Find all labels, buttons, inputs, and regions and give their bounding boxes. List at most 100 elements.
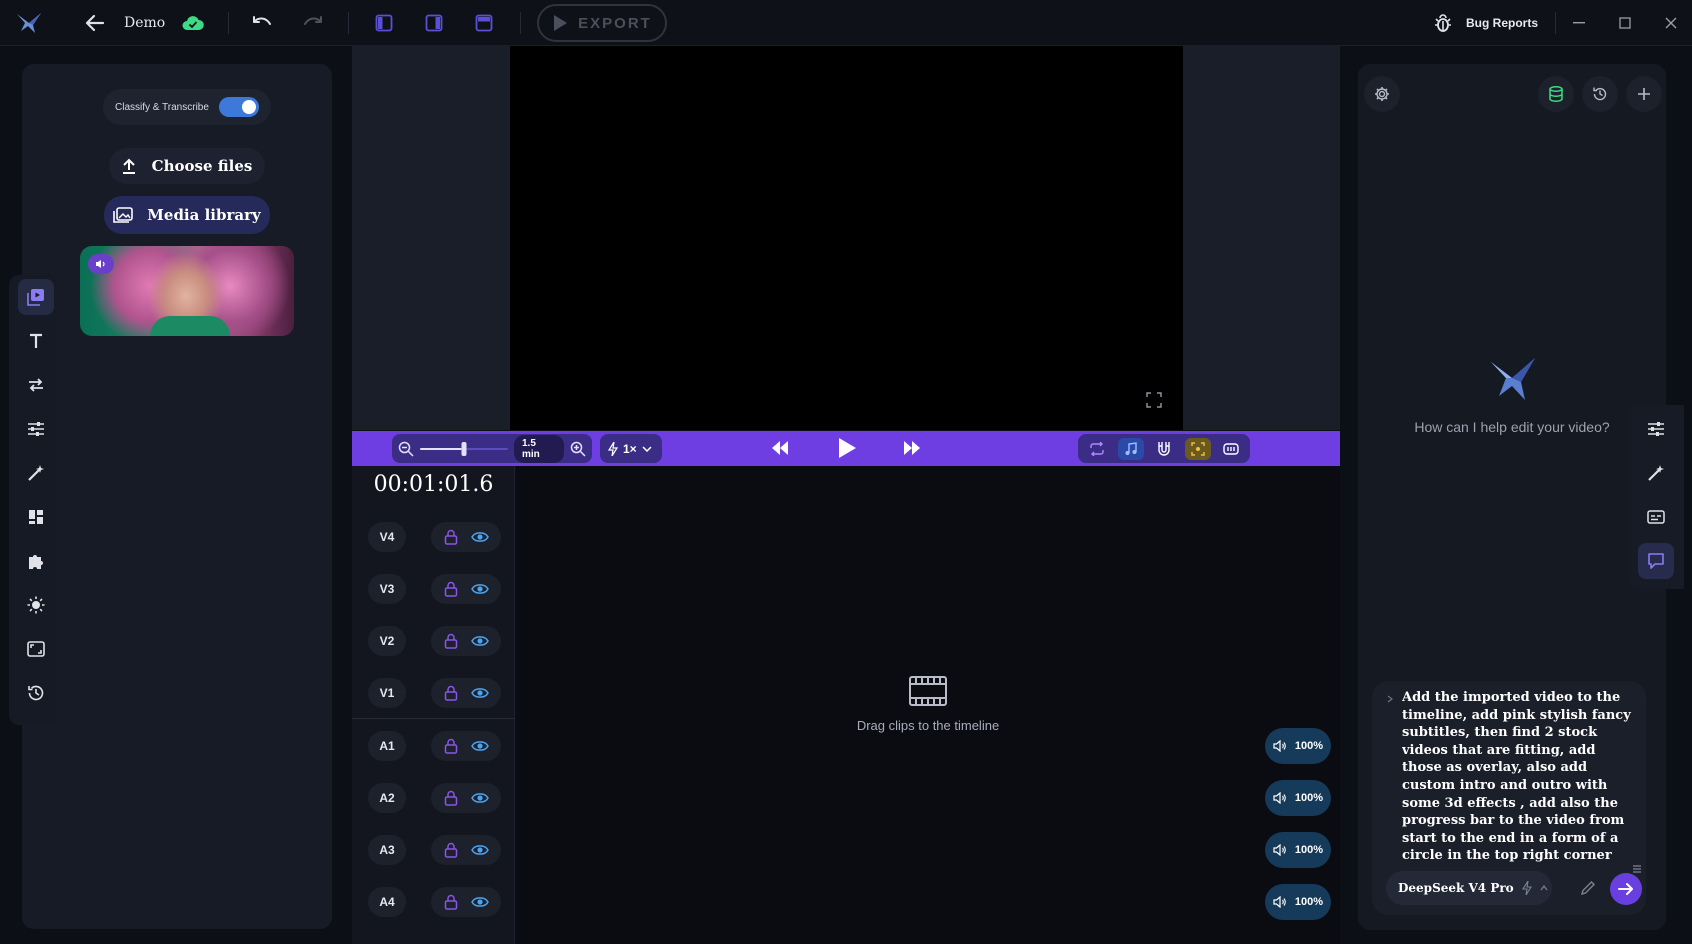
aspect-ratio-icon[interactable] [18,631,54,667]
lock-icon[interactable] [444,790,458,806]
captions-toggle-icon[interactable] [1218,438,1244,460]
lightning-icon [608,441,618,456]
bug-reports-button[interactable]: Bug Reports [1466,12,1538,34]
maximize-icon[interactable] [1614,12,1636,34]
media-clip-thumbnail[interactable] [80,246,294,336]
brightness-icon[interactable] [18,587,54,623]
lock-icon[interactable] [444,738,458,754]
media-library-label: Media library [147,206,261,224]
visibility-eye-icon[interactable] [470,531,489,543]
classify-transcribe-toggle[interactable]: Classify & Transcribe [103,89,271,125]
timeline-empty-hint: Drag clips to the timeline [516,676,1340,733]
track-label: V4 [368,522,406,552]
effects-wand-icon[interactable] [18,455,54,491]
templates-grid-icon[interactable] [18,499,54,535]
zoom-out-icon[interactable] [398,441,414,457]
ai-side-rail [1628,405,1684,589]
loop-icon[interactable] [1084,438,1110,460]
video-preview-canvas[interactable] [510,46,1183,430]
close-window-icon[interactable] [1660,12,1682,34]
adjust-icon[interactable] [18,411,54,447]
lock-icon[interactable] [444,529,458,545]
visibility-eye-icon[interactable] [470,740,489,752]
chat-input-box[interactable]: Add the imported video to the timeline, … [1372,681,1646,915]
redo-icon[interactable] [301,12,325,34]
speaker-icon [1273,740,1286,752]
audio-volume-button[interactable]: 100% [1265,832,1331,868]
fullscreen-icon[interactable] [1146,392,1164,410]
undo-icon[interactable] [250,12,274,34]
playback-speed-select[interactable]: 1× [600,434,662,463]
visibility-eye-icon[interactable] [470,896,489,908]
collapse-chevron-icon[interactable] [1386,695,1394,703]
empty-hint-text: Drag clips to the timeline [856,718,1000,733]
zoom-in-icon[interactable] [570,441,586,457]
volume-value: 100% [1294,844,1324,856]
minimize-icon[interactable] [1568,12,1590,34]
export-button[interactable]: EXPORT [537,4,667,42]
adjustments-icon[interactable] [1638,411,1674,447]
fast-forward-icon[interactable] [902,439,922,457]
zoom-slider[interactable] [420,441,508,457]
visibility-eye-icon[interactable] [470,583,489,595]
audio-volume-button[interactable]: 100% [1265,728,1331,764]
track-divider [352,718,515,719]
new-chat-plus-icon[interactable] [1626,76,1662,112]
play-button[interactable] [837,437,857,459]
transport-bar: 1.5 min 1× [352,431,1340,466]
magnet-snap-icon[interactable] [1151,438,1177,460]
visibility-eye-icon[interactable] [470,844,489,856]
chevron-up-icon [1540,885,1548,891]
database-icon[interactable] [1538,76,1574,112]
rewind-icon[interactable] [770,439,790,457]
choose-files-button[interactable]: Choose files [109,148,265,184]
audio-volume-button[interactable]: 100% [1265,780,1331,816]
visibility-eye-icon[interactable] [470,792,489,804]
visibility-eye-icon[interactable] [470,687,489,699]
lock-icon[interactable] [444,581,458,597]
media-icon[interactable] [18,279,54,315]
track-row: V4 [368,520,508,554]
chat-history-icon[interactable] [1582,76,1618,112]
media-library-button[interactable]: Media library [104,196,270,234]
app-logo-icon [14,10,44,36]
track-label: V2 [368,626,406,656]
media-panel: Classify & Transcribe Choose files Media… [22,64,332,929]
toggle-switch[interactable] [218,97,259,117]
speaker-icon [1273,844,1286,856]
lock-icon[interactable] [444,633,458,649]
pencil-icon[interactable] [1580,880,1596,896]
chat-input-text[interactable]: Add the imported video to the timeline, … [1402,689,1638,865]
subtitles-icon[interactable] [1638,499,1674,535]
zoom-readout: 1.5 min [514,434,564,463]
audio-volume-button[interactable]: 100% [1265,884,1331,920]
transitions-icon[interactable] [18,367,54,403]
model-select[interactable]: DeepSeek V4 Pro [1386,871,1552,905]
title-bar: Demo EXPORT Bug Reports [0,0,1692,46]
settings-gear-icon[interactable] [1364,76,1400,112]
lock-icon[interactable] [444,685,458,701]
chat-bubble-icon[interactable] [1638,543,1674,579]
back-arrow-icon[interactable] [82,12,108,34]
send-button[interactable] [1610,873,1642,905]
project-name[interactable]: Demo [124,12,165,34]
send-arrow-icon [1618,883,1633,895]
history-icon[interactable] [18,675,54,711]
crop-focus-icon[interactable] [1184,437,1211,460]
lock-icon[interactable] [444,894,458,910]
audio-snap-icon[interactable] [1117,437,1144,460]
toggle-timeline-panel-icon[interactable] [473,12,495,34]
lock-icon[interactable] [444,842,458,858]
track-row: A4 [368,885,508,919]
upload-icon [122,158,135,174]
magic-wand-icon[interactable] [1638,455,1674,491]
resize-handle-icon[interactable] [1632,865,1642,873]
toggle-left-panel-icon[interactable] [373,12,395,34]
plugins-puzzle-icon[interactable] [18,543,54,579]
text-icon[interactable] [18,323,54,359]
gallery-icon [113,207,134,223]
track-label: A1 [368,731,406,761]
visibility-eye-icon[interactable] [470,635,489,647]
toggle-right-panel-icon[interactable] [423,12,445,34]
track-row: V2 [368,624,508,658]
